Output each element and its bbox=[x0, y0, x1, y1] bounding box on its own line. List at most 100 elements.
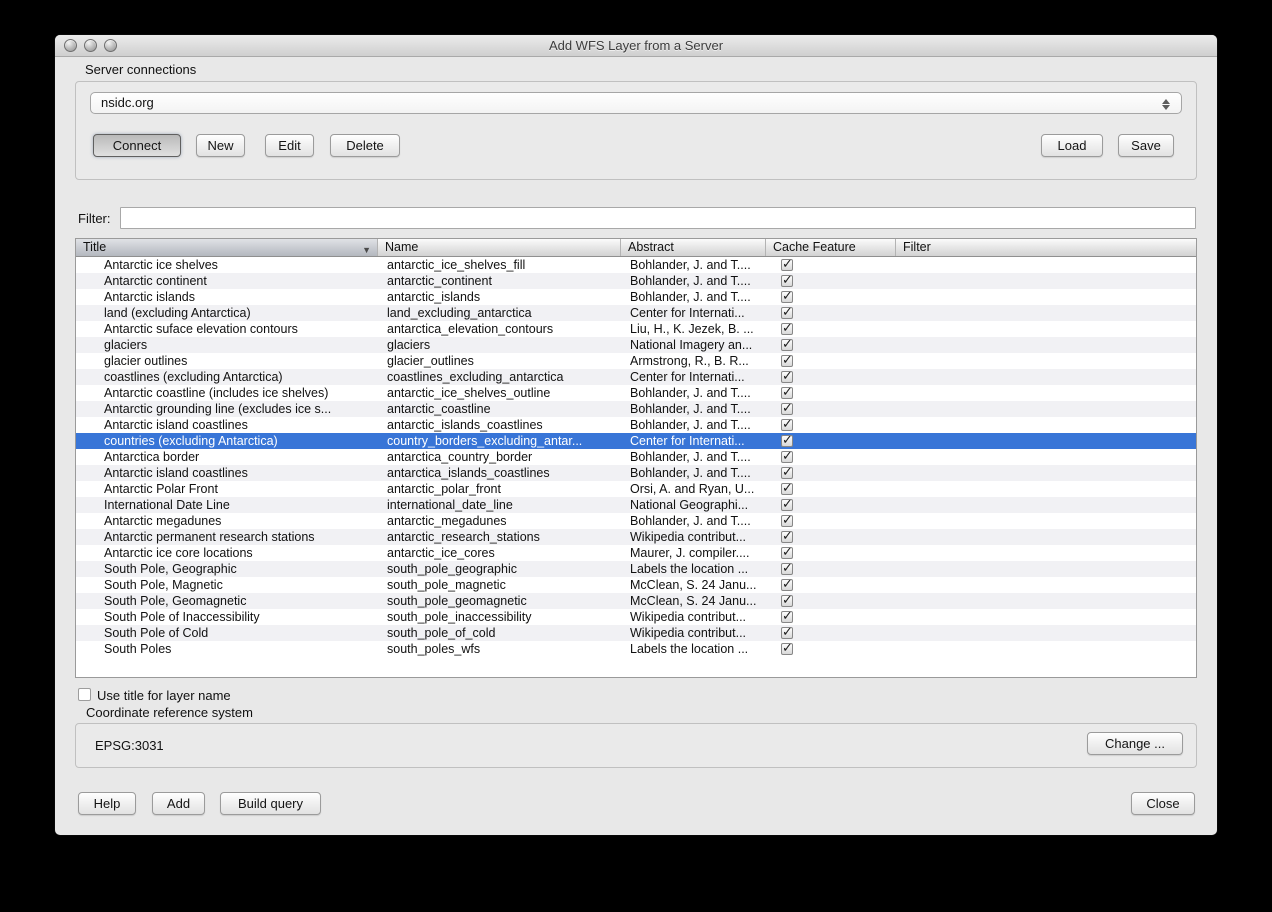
row-name: glaciers bbox=[378, 337, 621, 353]
table-row[interactable]: Antarctic ice shelves antarctic_ice_shel… bbox=[76, 257, 1196, 273]
load-button[interactable]: Load bbox=[1041, 134, 1103, 157]
cache-feature-checkbox[interactable] bbox=[781, 547, 793, 559]
cache-feature-checkbox[interactable] bbox=[781, 579, 793, 591]
table-row[interactable]: South Pole of Cold south_pole_of_cold Wi… bbox=[76, 625, 1196, 641]
row-title: coastlines (excluding Antarctica) bbox=[76, 369, 378, 385]
row-name: antarctic_ice_shelves_fill bbox=[378, 257, 621, 273]
table-row[interactable]: Antarctic permanent research stations an… bbox=[76, 529, 1196, 545]
table-row[interactable]: Antarctic coastline (includes ice shelve… bbox=[76, 385, 1196, 401]
table-row[interactable]: coastlines (excluding Antarctica) coastl… bbox=[76, 369, 1196, 385]
row-cache-cell bbox=[766, 577, 896, 593]
delete-button[interactable]: Delete bbox=[330, 134, 400, 157]
cache-feature-checkbox[interactable] bbox=[781, 435, 793, 447]
row-title: Antarctic ice shelves bbox=[76, 257, 378, 273]
use-title-checkbox[interactable] bbox=[78, 688, 91, 701]
cache-feature-checkbox[interactable] bbox=[781, 259, 793, 271]
cache-feature-checkbox[interactable] bbox=[781, 483, 793, 495]
change-crs-button[interactable]: Change ... bbox=[1087, 732, 1183, 755]
row-filter-cell bbox=[896, 609, 1196, 625]
connect-button[interactable]: Connect bbox=[93, 134, 181, 157]
table-row[interactable]: South Pole of Inaccessibility south_pole… bbox=[76, 609, 1196, 625]
column-header-name[interactable]: Name bbox=[378, 239, 621, 256]
table-row[interactable]: glacier outlines glacier_outlines Armstr… bbox=[76, 353, 1196, 369]
cache-feature-checkbox[interactable] bbox=[781, 291, 793, 303]
cache-feature-checkbox[interactable] bbox=[781, 451, 793, 463]
cache-feature-checkbox[interactable] bbox=[781, 323, 793, 335]
row-title: Antarctic continent bbox=[76, 273, 378, 289]
cache-feature-checkbox[interactable] bbox=[781, 339, 793, 351]
add-button[interactable]: Add bbox=[152, 792, 205, 815]
table-row[interactable]: countries (excluding Antarctica) country… bbox=[76, 433, 1196, 449]
table-row[interactable]: Antarctic islands antarctic_islands Bohl… bbox=[76, 289, 1196, 305]
close-button[interactable]: Close bbox=[1131, 792, 1195, 815]
row-cache-cell bbox=[766, 385, 896, 401]
row-filter-cell bbox=[896, 641, 1196, 657]
column-header-filter[interactable]: Filter bbox=[896, 239, 1196, 256]
column-header-cache-feature[interactable]: Cache Feature bbox=[766, 239, 896, 256]
row-cache-cell bbox=[766, 481, 896, 497]
cache-feature-checkbox[interactable] bbox=[781, 595, 793, 607]
table-row[interactable]: Antarctic island coastlines antarctica_i… bbox=[76, 465, 1196, 481]
row-cache-cell bbox=[766, 625, 896, 641]
row-name: antarctic_research_stations bbox=[378, 529, 621, 545]
table-row[interactable]: Antarctic megadunes antarctic_megadunes … bbox=[76, 513, 1196, 529]
cache-feature-checkbox[interactable] bbox=[781, 307, 793, 319]
cache-feature-checkbox[interactable] bbox=[781, 531, 793, 543]
table-row[interactable]: South Pole, Geographic south_pole_geogra… bbox=[76, 561, 1196, 577]
row-filter-cell bbox=[896, 385, 1196, 401]
row-filter-cell bbox=[896, 417, 1196, 433]
cache-feature-checkbox[interactable] bbox=[781, 371, 793, 383]
server-connection-select[interactable]: nsidc.org bbox=[90, 92, 1182, 114]
table-row[interactable]: Antarctic grounding line (excludes ice s… bbox=[76, 401, 1196, 417]
row-abstract: Bohlander, J. and T.... bbox=[621, 257, 766, 273]
table-row[interactable]: Antarctic island coastlines antarctic_is… bbox=[76, 417, 1196, 433]
table-row[interactable]: South Pole, Magnetic south_pole_magnetic… bbox=[76, 577, 1196, 593]
row-title: Antarctic ice core locations bbox=[76, 545, 378, 561]
cache-feature-checkbox[interactable] bbox=[781, 515, 793, 527]
table-row[interactable]: South Pole, Geomagnetic south_pole_geoma… bbox=[76, 593, 1196, 609]
cache-feature-checkbox[interactable] bbox=[781, 467, 793, 479]
cache-feature-checkbox[interactable] bbox=[781, 419, 793, 431]
desktop-background: Add WFS Layer from a Server Server conne… bbox=[0, 0, 1272, 912]
cache-feature-checkbox[interactable] bbox=[781, 611, 793, 623]
row-name: antarctic_coastline bbox=[378, 401, 621, 417]
table-row[interactable]: South Poles south_poles_wfs Labels the l… bbox=[76, 641, 1196, 657]
cache-feature-checkbox[interactable] bbox=[781, 387, 793, 399]
table-row[interactable]: Antarctic continent antarctic_continent … bbox=[76, 273, 1196, 289]
row-cache-cell bbox=[766, 337, 896, 353]
crs-group-label: Coordinate reference system bbox=[86, 705, 253, 720]
cache-feature-checkbox[interactable] bbox=[781, 627, 793, 639]
cache-feature-checkbox[interactable] bbox=[781, 355, 793, 367]
row-filter-cell bbox=[896, 433, 1196, 449]
edit-button[interactable]: Edit bbox=[265, 134, 314, 157]
table-row[interactable]: Antarctic ice core locations antarctic_i… bbox=[76, 545, 1196, 561]
filter-input[interactable] bbox=[120, 207, 1196, 229]
sort-descending-icon: ▼ bbox=[362, 242, 371, 256]
help-button[interactable]: Help bbox=[78, 792, 136, 815]
new-button[interactable]: New bbox=[196, 134, 245, 157]
table-row[interactable]: Antarctic Polar Front antarctic_polar_fr… bbox=[76, 481, 1196, 497]
cache-feature-checkbox[interactable] bbox=[781, 275, 793, 287]
save-button[interactable]: Save bbox=[1118, 134, 1174, 157]
row-name: antarctic_islands_coastlines bbox=[378, 417, 621, 433]
column-header-title[interactable]: Title ▼ bbox=[76, 239, 378, 256]
titlebar[interactable]: Add WFS Layer from a Server bbox=[55, 35, 1217, 57]
cache-feature-checkbox[interactable] bbox=[781, 403, 793, 415]
row-name: antarctic_polar_front bbox=[378, 481, 621, 497]
table-row[interactable]: glaciers glaciers National Imagery an... bbox=[76, 337, 1196, 353]
cache-feature-checkbox[interactable] bbox=[781, 643, 793, 655]
row-cache-cell bbox=[766, 401, 896, 417]
row-name: south_pole_magnetic bbox=[378, 577, 621, 593]
row-cache-cell bbox=[766, 289, 896, 305]
cache-feature-checkbox[interactable] bbox=[781, 499, 793, 511]
build-query-button[interactable]: Build query bbox=[220, 792, 321, 815]
row-name: antarctic_ice_cores bbox=[378, 545, 621, 561]
row-abstract: McClean, S. 24 Janu... bbox=[621, 577, 766, 593]
cache-feature-checkbox[interactable] bbox=[781, 563, 793, 575]
column-header-abstract[interactable]: Abstract bbox=[621, 239, 766, 256]
table-row[interactable]: Antarctica border antarctica_country_bor… bbox=[76, 449, 1196, 465]
table-row[interactable]: land (excluding Antarctica) land_excludi… bbox=[76, 305, 1196, 321]
row-cache-cell bbox=[766, 561, 896, 577]
table-row[interactable]: International Date Line international_da… bbox=[76, 497, 1196, 513]
table-row[interactable]: Antarctic suface elevation contours anta… bbox=[76, 321, 1196, 337]
